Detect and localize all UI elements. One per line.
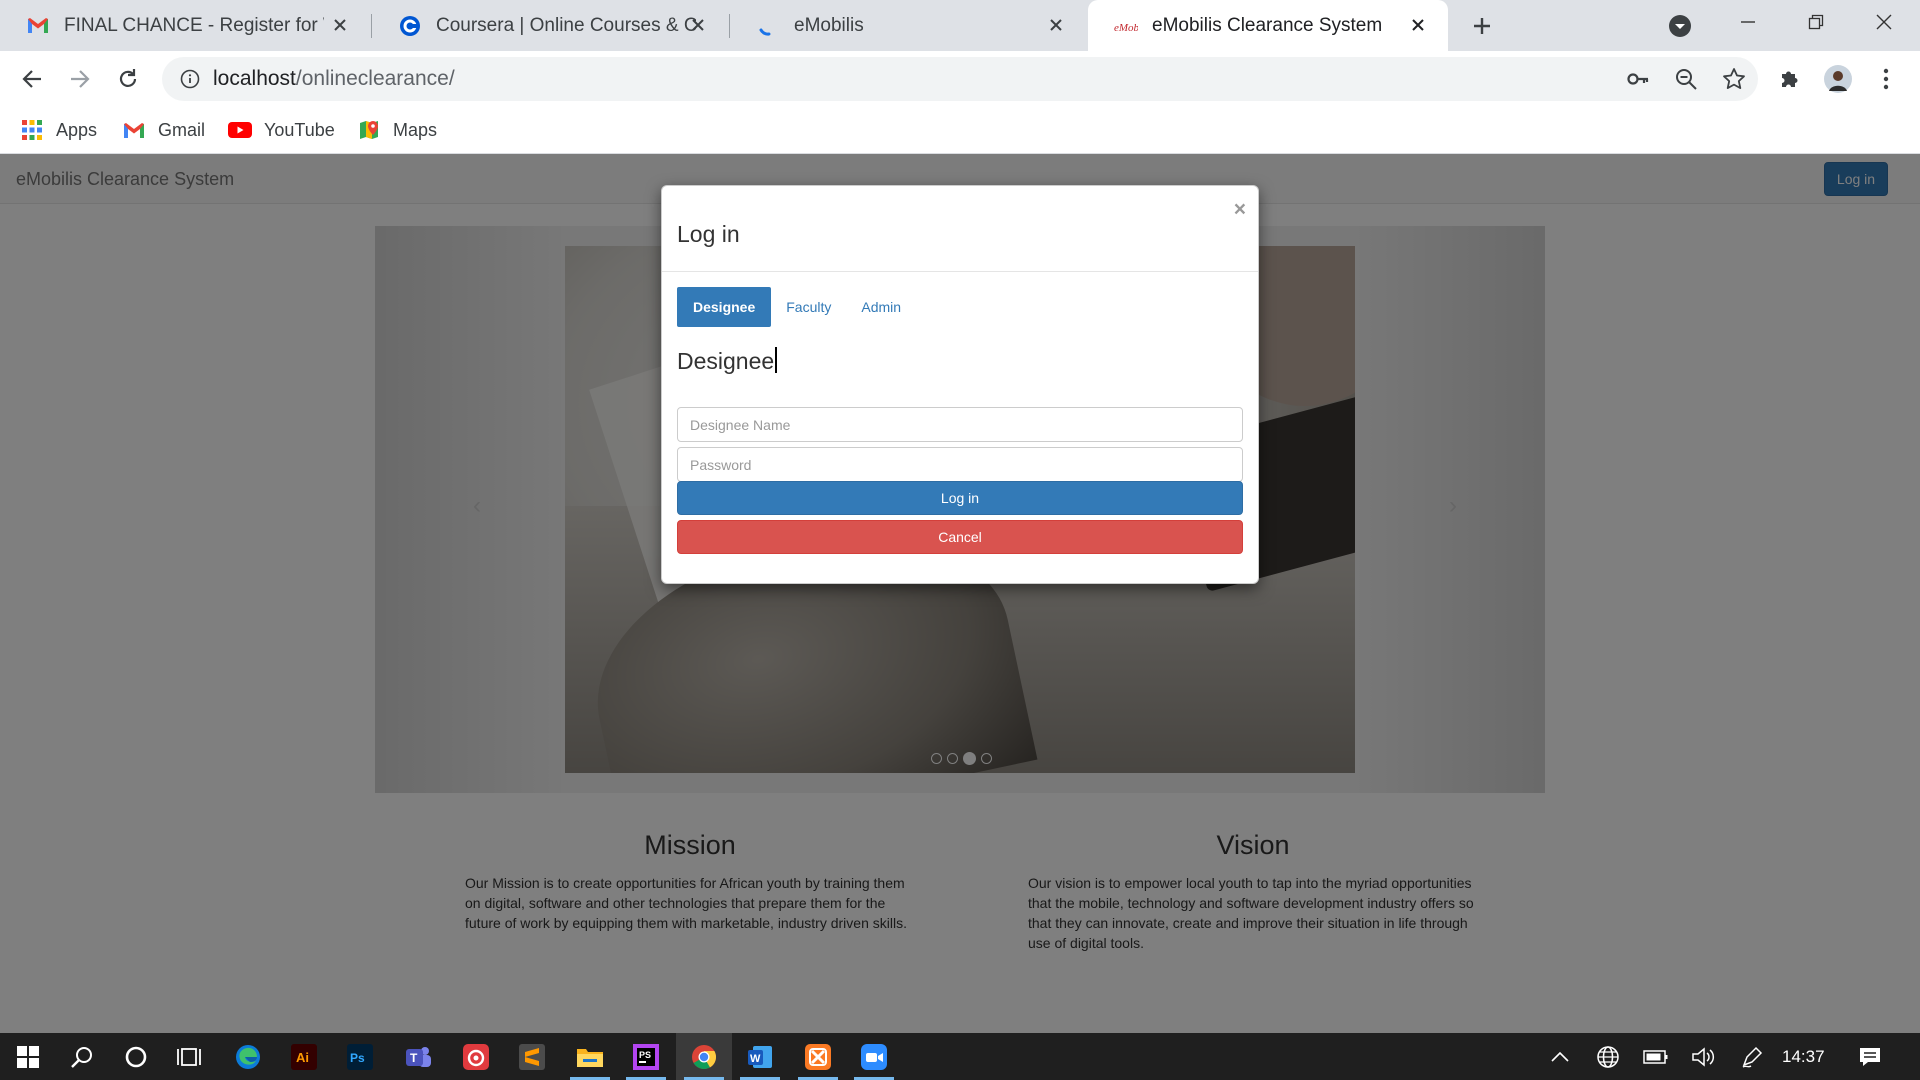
zoom-out-icon[interactable] [1672,65,1700,93]
file-explorer-icon[interactable] [562,1033,618,1080]
tab-title: eMobilis [794,14,864,36]
tab-emobilis-clearance[interactable]: eMob eMobilis Clearance System [1088,0,1448,51]
tab-coursera[interactable]: Coursera | Online Courses & Cre [372,0,728,51]
tab-title: FINAL CHANCE - Register for Wo [64,14,324,36]
modal-header: Log in × [662,186,1258,272]
url-host: localhost [213,67,296,90]
cortana-icon[interactable] [108,1033,164,1080]
role-tabs: Designee Faculty Admin [677,287,916,327]
site-info-icon[interactable] [178,67,202,91]
browser-tab-strip: FINAL CHANCE - Register for Wo Coursera … [0,0,1920,51]
svg-text:Ps: Ps [350,1051,365,1065]
extensions-icon[interactable] [1772,61,1808,97]
windows-taskbar: Ai Ps T PS W 14:37 [0,1033,1920,1080]
browser-toolbar: localhost/onlineclearance/ [0,51,1920,106]
menu-kebab-icon[interactable] [1868,61,1904,97]
tab-title: Coursera | Online Courses & Cre [436,14,696,36]
address-bar[interactable]: localhost/onlineclearance/ [162,57,1758,101]
photoshop-icon[interactable]: Ps [332,1033,388,1080]
close-tab-icon[interactable] [1406,13,1430,37]
tab-designee[interactable]: Designee [677,287,772,327]
close-tab-icon[interactable] [328,13,352,37]
bookmark-youtube[interactable]: YouTube [228,116,335,144]
new-tab-button[interactable] [1466,10,1498,42]
tab-admin[interactable]: Admin [846,287,916,327]
bookmark-gmail[interactable]: Gmail [122,116,205,144]
phpstorm-icon[interactable]: PS [618,1033,674,1080]
show-hidden-icons-icon[interactable] [1540,1033,1580,1080]
restore-icon[interactable] [1782,0,1850,44]
tab-search-icon[interactable] [1666,12,1694,40]
xampp-icon[interactable] [790,1033,846,1080]
apps-grid-icon [20,118,44,142]
search-icon[interactable] [54,1033,110,1080]
svg-text:PS: PS [639,1050,651,1060]
edge-icon[interactable] [220,1033,276,1080]
zoom-icon[interactable] [846,1033,902,1080]
teams-icon[interactable]: T [390,1033,446,1080]
designee-name-input[interactable] [677,407,1243,442]
word-icon[interactable]: W [732,1033,788,1080]
form-heading-text: Designee [677,348,775,374]
start-icon[interactable] [0,1033,56,1080]
chrome-icon[interactable] [676,1033,732,1080]
volume-icon[interactable] [1684,1033,1724,1080]
password-input[interactable] [677,447,1243,482]
illustrator-icon[interactable]: Ai [276,1033,332,1080]
task-view-icon[interactable] [162,1033,218,1080]
tab-emobilis[interactable]: eMobilis [730,0,1086,51]
text-cursor [775,347,778,373]
bookmark-label: Maps [393,119,438,140]
profile-avatar-icon[interactable] [1820,61,1856,97]
tab-title: eMobilis Clearance System [1152,14,1383,36]
emobilis-icon: eMob [1114,14,1138,38]
cancel-button[interactable]: Cancel [677,520,1243,554]
close-icon[interactable]: × [1234,198,1246,222]
battery-icon[interactable] [1636,1033,1676,1080]
svg-text:W: W [750,1053,761,1065]
svg-text:eMob: eMob [1114,22,1138,34]
svg-text:Ai: Ai [296,1050,309,1065]
app-icon[interactable] [448,1033,504,1080]
login-modal: Log in × Designee Faculty Admin Designee… [661,185,1259,584]
forward-icon[interactable] [62,61,98,97]
taskbar-clock[interactable]: 14:37 [1782,1047,1825,1067]
url-path: /onlineclearance/ [295,67,455,90]
close-tab-icon[interactable] [686,13,710,37]
sublime-icon[interactable] [504,1033,560,1080]
bookmark-apps[interactable]: Apps [20,116,97,144]
back-icon[interactable] [14,61,50,97]
url-text: localhost/onlineclearance/ [213,67,455,91]
tab-faculty[interactable]: Faculty [771,287,846,327]
bookmarks-bar: Apps Gmail YouTube Maps [0,106,1920,154]
modal-title: Log in [677,221,740,247]
coursera-icon [398,14,422,38]
network-globe-icon[interactable] [1588,1033,1628,1080]
bookmark-star-icon[interactable] [1720,65,1748,93]
close-window-icon[interactable] [1850,0,1918,44]
pen-icon[interactable] [1732,1033,1772,1080]
bookmark-label: YouTube [264,119,335,140]
gmail-icon [26,14,50,38]
svg-text:T: T [410,1051,418,1065]
loading-icon [756,14,780,38]
bookmark-label: Apps [56,119,98,140]
login-button[interactable]: Log in [677,481,1243,515]
gmail-icon [122,118,146,142]
minimize-icon[interactable] [1714,0,1782,44]
bookmark-label: Gmail [158,119,206,140]
close-tab-icon[interactable] [1044,13,1068,37]
form-heading: Designee [677,347,778,375]
bookmark-maps[interactable]: Maps [357,116,437,144]
reload-icon[interactable] [110,61,146,97]
password-key-icon[interactable] [1624,65,1652,93]
web-page: eMobilis Clearance System Log in ‹ › Mis… [0,154,1920,1033]
tab-gmail[interactable]: FINAL CHANCE - Register for Wo [0,0,370,51]
youtube-icon [228,118,252,142]
maps-icon [357,118,381,142]
notification-center-icon[interactable] [1850,1033,1890,1080]
